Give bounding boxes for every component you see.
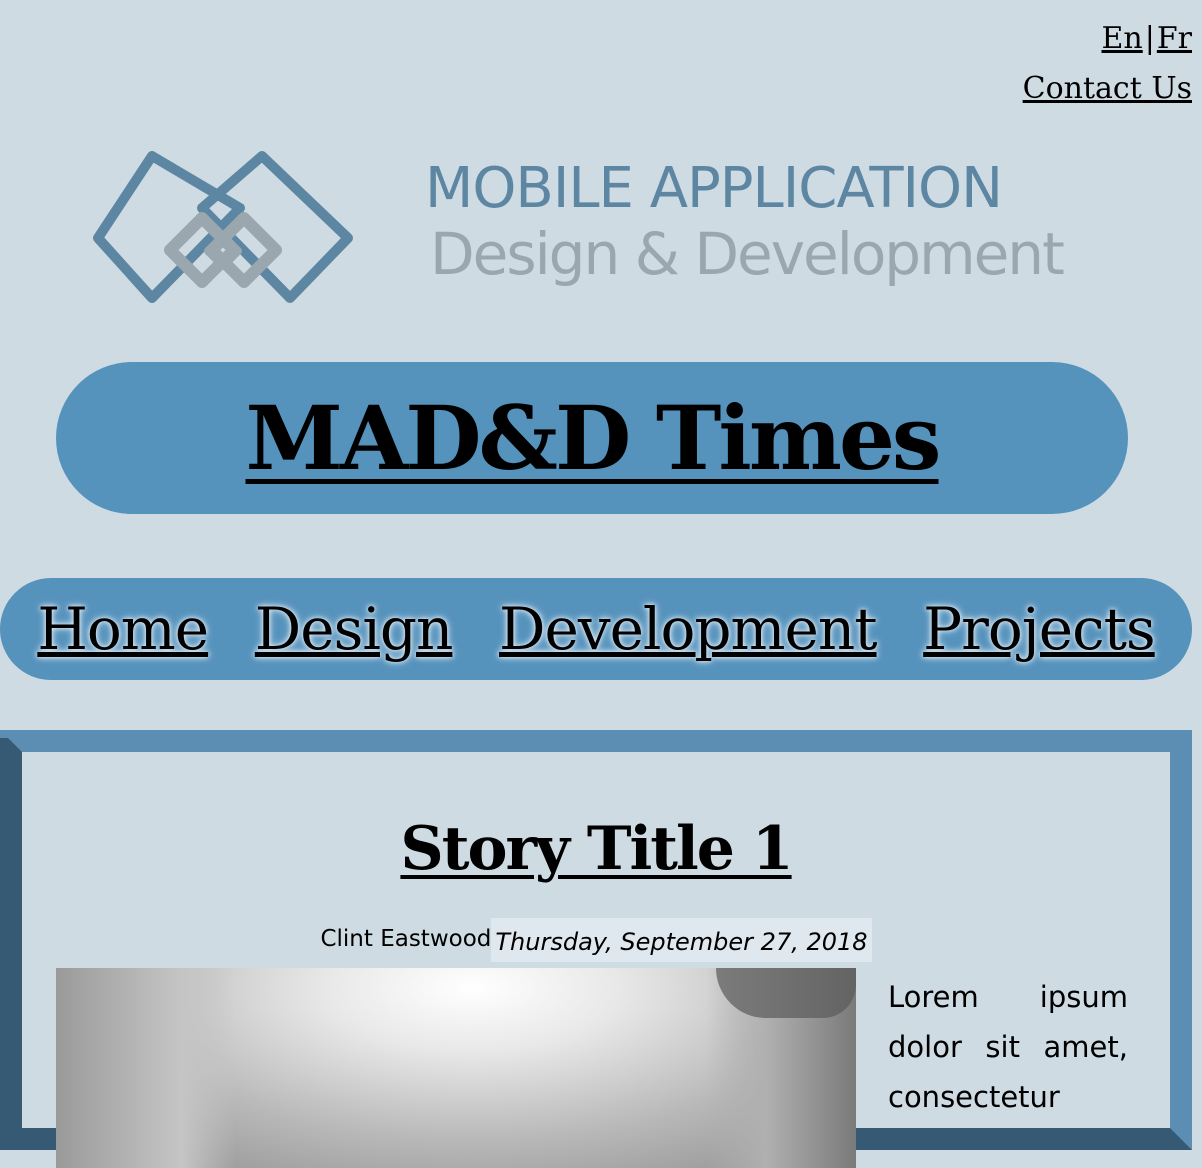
lang-en-link[interactable]: En (1102, 21, 1143, 56)
nav-item-design[interactable]: Design (255, 595, 454, 663)
language-switcher: En|Fr (1023, 14, 1193, 64)
masthead: MAD&D Times (56, 362, 1128, 514)
contact-us-link[interactable]: Contact Us (1023, 71, 1192, 106)
story-title[interactable]: Story Title 1 (22, 814, 1170, 884)
masthead-title[interactable]: MAD&D Times (246, 386, 942, 490)
lang-fr-link[interactable]: Fr (1157, 21, 1192, 56)
top-links: En|Fr Contact Us (1023, 14, 1192, 114)
nav-item-development[interactable]: Development (499, 595, 877, 663)
site-logo[interactable]: MOBILE APPLICATION Design & Development (90, 148, 1065, 308)
nav-item-projects[interactable]: Projects (923, 595, 1156, 663)
story-author: Clint Eastwood (320, 926, 492, 952)
story-image (56, 968, 856, 1168)
image-building-left (56, 968, 236, 1168)
linked-diamonds-icon (93, 151, 353, 303)
main-nav: Home Design Development Projects (0, 578, 1192, 680)
story-date: Thursday, September 27, 2018 (491, 918, 872, 962)
logo-line-1: MOBILE APPLICATION (425, 156, 1003, 221)
story-panel: Story Title 1 Clint Eastwood Thursday, S… (0, 730, 1192, 1168)
nav-item-home[interactable]: Home (37, 595, 209, 663)
story-byline: Clint Eastwood Thursday, September 27, 2… (22, 918, 1170, 962)
logo-line-2: Design & Development (430, 220, 1065, 288)
lang-separator: | (1144, 21, 1155, 56)
